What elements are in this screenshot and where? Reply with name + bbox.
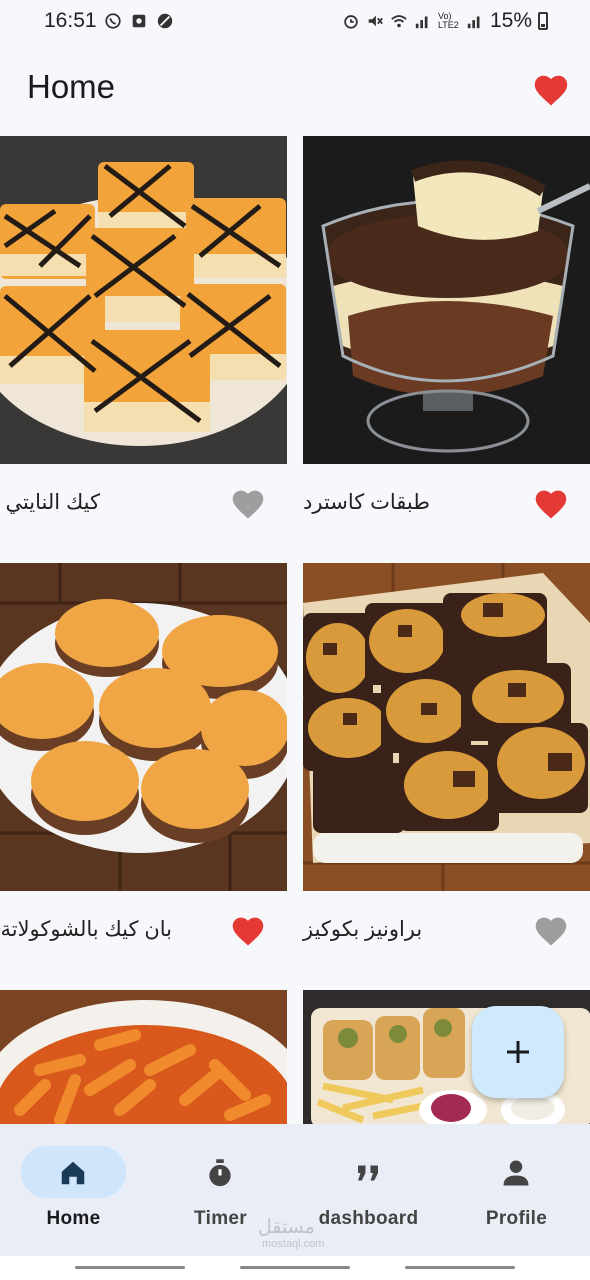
alarm-icon [344,15,358,29]
nav-label: Profile [485,1208,548,1229]
heart-icon[interactable] [533,488,569,520]
recipe-image[interactable] [0,136,287,464]
recipe-card[interactable]: طبقات كاسترد [303,136,590,544]
whatsapp-icon [105,13,121,29]
recipe-name: براونيز بكوكيز [303,918,423,941]
watermark-sub: mostaql.com [262,1238,325,1250]
mute-icon [368,15,383,27]
gesture-bar [0,1256,590,1280]
home-icon [61,1161,85,1185]
add-recipe-button[interactable] [472,1006,564,1098]
block-icon [157,13,173,29]
watermark: مستقل mostaql.com [258,1216,324,1250]
recipe-name: بان كيك بالشوكولاتة [0,918,172,941]
wifi-icon [391,15,407,28]
notification-icons [104,12,174,30]
app-bar: Home [0,52,590,128]
status-time: 16:51 [44,9,97,32]
timer-icon [209,1159,231,1187]
status-bar: 16:51 Vo) LTE2 15% [0,0,590,44]
person-icon [503,1160,529,1186]
recipe-image[interactable] [303,136,590,464]
quote-icon [358,1165,378,1181]
network-label: Vo) LTE2 [437,11,459,30]
heart-icon[interactable] [230,488,266,520]
nav-label: Home [46,1208,101,1229]
recipe-image[interactable] [0,990,287,1124]
recipe-card[interactable]: بان كيك بالشوكولاتة [0,563,287,971]
nav-label: dashboard [318,1208,419,1229]
plus-icon [507,1041,529,1063]
recipe-card[interactable] [0,990,287,1124]
heart-icon[interactable] [533,915,569,947]
heart-icon[interactable] [532,73,570,107]
heart-icon[interactable] [230,915,266,947]
media-icon [132,14,146,28]
page-title: Home [27,68,116,105]
signal-icon [415,16,428,29]
recipe-image[interactable] [0,563,287,891]
nav-item-dashboard[interactable]: dashboard [295,1124,442,1256]
recipe-card[interactable]: كيك النايتي [0,136,287,544]
battery-percent: 15% [489,9,532,32]
recipe-name: طبقات كاسترد [303,491,430,514]
signal-icon-2 [467,16,480,29]
system-icons: Vo) LTE2 15% [342,9,548,33]
nav-item-home[interactable]: Home [0,1124,147,1256]
battery-icon [538,12,548,30]
recipe-name: كيك النايتي [5,491,100,514]
recipe-card[interactable]: براونيز بكوكيز [303,563,590,971]
watermark-text: مستقل [258,1217,315,1238]
nav-item-profile[interactable]: Profile [443,1124,590,1256]
recipe-image[interactable] [303,563,590,891]
